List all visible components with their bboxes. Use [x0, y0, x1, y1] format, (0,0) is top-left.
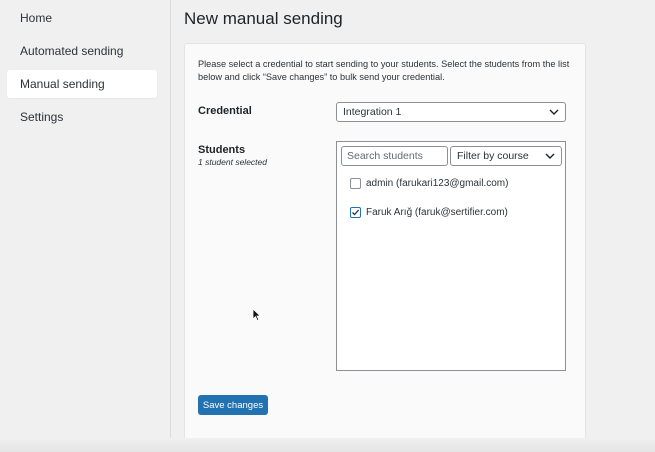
filter-by-course-label: Filter by course	[457, 150, 529, 162]
sidebar-item-manual-sending[interactable]: Manual sending	[7, 70, 157, 98]
student-checkbox[interactable]	[350, 177, 361, 189]
bottom-edge	[0, 438, 655, 452]
search-students-input[interactable]	[341, 146, 448, 166]
student-label: admin (farukari123@gmail.com)	[366, 177, 509, 189]
student-checkbox[interactable]	[350, 206, 361, 218]
page-title: New manual sending	[184, 9, 343, 28]
intro-text: Please select a credential to start send…	[198, 59, 570, 82]
student-item[interactable]: Faruk Arığ (faruk@sertifier.com)	[350, 205, 508, 219]
sidebar-item-home[interactable]: Home	[7, 4, 157, 32]
filter-by-course-select[interactable]: Filter by course	[450, 146, 562, 166]
credential-select[interactable]: Integration 1	[336, 102, 566, 122]
manual-sending-card: Please select a credential to start send…	[184, 43, 586, 442]
students-label: Students	[198, 144, 246, 156]
credential-label: Credential	[198, 105, 252, 117]
student-item[interactable]: admin (farukari123@gmail.com)	[350, 176, 508, 190]
student-label: Faruk Arığ (faruk@sertifier.com)	[366, 206, 508, 218]
checkmark-icon	[352, 209, 360, 216]
chevron-down-icon	[549, 109, 559, 115]
mouse-cursor-icon	[252, 308, 261, 322]
credential-selected-value: Integration 1	[343, 106, 402, 118]
save-changes-button[interactable]: Save changes	[198, 395, 268, 415]
sidebar-nav: Home Automated sending Manual sending Se…	[0, 0, 171, 452]
students-list-box: Filter by course admin (farukari123@gmai…	[336, 141, 566, 371]
sidebar-item-automated-sending[interactable]: Automated sending	[7, 37, 157, 65]
sidebar-item-settings[interactable]: Settings	[7, 103, 157, 131]
chevron-down-icon	[545, 153, 555, 159]
students-selected-count: 1 student selected	[198, 157, 267, 167]
